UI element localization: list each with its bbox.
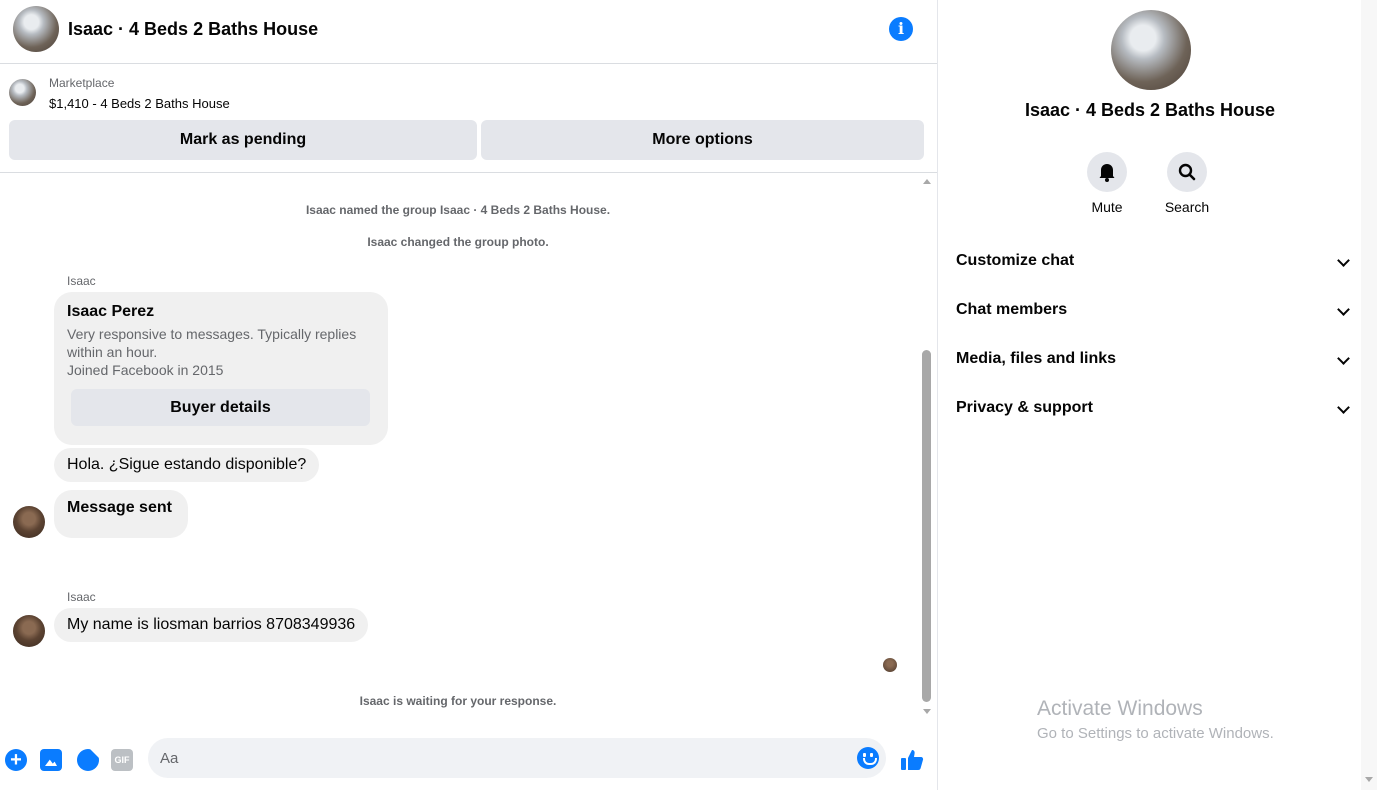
section-customize-chat[interactable]: Customize chat xyxy=(956,252,1350,276)
scroll-up-arrow-icon[interactable] xyxy=(923,179,931,184)
marketplace-label: Marketplace xyxy=(49,76,115,90)
chat-header: Isaac · 4 Beds 2 Baths House i xyxy=(0,0,937,64)
more-options-button[interactable]: More options xyxy=(481,120,924,160)
sender-avatar[interactable] xyxy=(13,506,45,538)
marketplace-banner: Marketplace $1,410 - 4 Beds 2 Baths Hous… xyxy=(0,65,937,173)
read-receipt-avatar xyxy=(883,658,897,672)
composer: + GIF xyxy=(0,730,937,790)
message-list: Isaac named the group Isaac · 4 Beds 2 B… xyxy=(0,174,920,720)
bell-icon[interactable] xyxy=(1087,152,1127,192)
scroll-down-arrow-icon[interactable] xyxy=(923,709,931,714)
buyer-details-button[interactable]: Buyer details xyxy=(71,389,370,426)
chevron-down-icon xyxy=(1337,401,1350,414)
section-privacy-support[interactable]: Privacy & support xyxy=(956,399,1350,423)
search-icon[interactable] xyxy=(1167,152,1207,192)
chat-title[interactable]: Isaac · 4 Beds 2 Baths House xyxy=(68,19,318,40)
section-label: Customize chat xyxy=(956,252,1075,269)
section-label: Chat members xyxy=(956,301,1068,318)
mark-as-pending-button[interactable]: Mark as pending xyxy=(9,120,477,160)
mute-button[interactable]: Mute xyxy=(1077,152,1137,215)
chevron-down-icon xyxy=(1337,303,1350,316)
message-scrollbar[interactable] xyxy=(920,174,934,720)
sender-avatar[interactable] xyxy=(13,615,45,647)
scroll-down-arrow-icon[interactable] xyxy=(1365,777,1373,782)
message-input[interactable] xyxy=(160,738,840,778)
buyer-name[interactable]: Isaac Perez xyxy=(67,303,154,321)
message-input-box[interactable] xyxy=(148,738,886,778)
thumbs-up-icon[interactable] xyxy=(900,748,924,772)
buyer-joined: Joined Facebook in 2015 xyxy=(67,362,224,378)
info-icon[interactable]: i xyxy=(889,17,913,41)
chat-panel: Isaac · 4 Beds 2 Baths House i Marketpla… xyxy=(0,0,938,790)
activate-windows-title: Activate Windows xyxy=(1037,697,1203,720)
section-label: Privacy & support xyxy=(956,399,1093,416)
search-button[interactable]: Search xyxy=(1157,152,1217,215)
sticker-icon[interactable] xyxy=(77,749,99,771)
mute-label: Mute xyxy=(1091,199,1123,215)
group-avatar-large[interactable] xyxy=(1111,10,1191,90)
section-chat-members[interactable]: Chat members xyxy=(956,301,1350,325)
buyer-responsiveness: Very responsive to messages. Typically r… xyxy=(67,326,357,342)
chevron-down-icon xyxy=(1337,352,1350,365)
system-message: Isaac named the group Isaac · 4 Beds 2 B… xyxy=(305,203,611,217)
sender-name: Isaac xyxy=(67,590,96,604)
listing-title[interactable]: $1,410 - 4 Beds 2 Baths House xyxy=(49,96,230,111)
conversation-info-panel: Isaac · 4 Beds 2 Baths House Mute Search… xyxy=(939,0,1361,790)
listing-thumbnail[interactable] xyxy=(9,79,36,106)
chevron-down-icon xyxy=(1337,254,1350,267)
message-bubble[interactable]: Message sent xyxy=(54,490,188,538)
image-icon[interactable] xyxy=(40,749,62,771)
buyer-responsiveness-cont: within an hour. xyxy=(67,344,158,360)
page-scrollbar[interactable] xyxy=(1361,0,1377,790)
section-label: Media, files and links xyxy=(956,350,1117,367)
scroll-thumb[interactable] xyxy=(922,350,931,702)
message-bubble[interactable]: Hola. ¿Sigue estando disponible? xyxy=(54,448,320,482)
info-title: Isaac · 4 Beds 2 Baths House xyxy=(1024,100,1276,120)
activate-windows-hint: Go to Settings to activate Windows. xyxy=(1037,725,1274,742)
gif-icon[interactable]: GIF xyxy=(111,749,133,771)
system-message: Isaac changed the group photo. xyxy=(367,235,549,249)
section-media-files-links[interactable]: Media, files and links xyxy=(956,350,1350,374)
emoji-icon[interactable] xyxy=(857,747,879,769)
group-avatar[interactable] xyxy=(13,6,59,52)
plus-icon[interactable]: + xyxy=(5,749,27,771)
sender-name: Isaac xyxy=(67,274,96,288)
message-bubble[interactable]: My name is liosman barrios 8708349936 xyxy=(54,608,369,642)
waiting-notice: Isaac is waiting for your response. xyxy=(359,694,557,708)
buyer-info-card: Isaac Perez Very responsive to messages.… xyxy=(54,292,388,445)
search-label: Search xyxy=(1164,199,1210,215)
